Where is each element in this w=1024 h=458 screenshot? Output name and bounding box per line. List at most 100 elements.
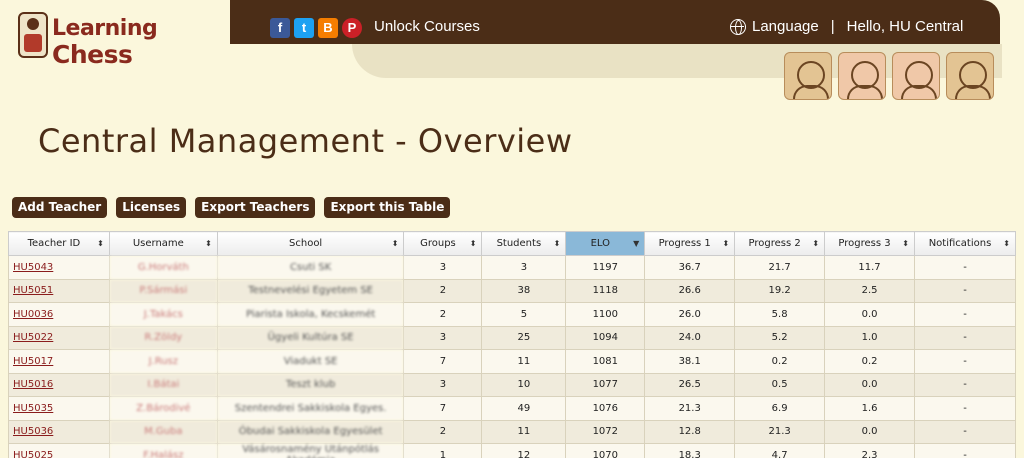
cell-progress-3: 2.5 <box>824 278 915 303</box>
table-row[interactable]: HU5051 P.Sármási Testnevelési Egyetem SE 2 3… <box>8 278 1016 303</box>
column-header-label: Username <box>132 238 184 249</box>
column-header-label: School <box>289 238 323 249</box>
logo[interactable]: Learning Chess <box>16 10 158 72</box>
logo-text-line1: Learning <box>52 16 158 41</box>
cell-progress-1: 38.1 <box>644 349 736 374</box>
cell-groups: 2 <box>403 419 483 444</box>
blogger-icon[interactable]: B <box>318 18 338 38</box>
cell-notifications: - <box>914 278 1016 303</box>
sort-icon: ⬍ <box>205 239 212 248</box>
character-avatars <box>784 52 994 100</box>
cell-school: Szentendrei Sakkiskola Egyes. <box>216 396 405 421</box>
cell-progress-3: 2.3 <box>824 443 915 458</box>
cell-students: 11 <box>481 349 567 374</box>
licenses-button[interactable]: Licenses <box>116 197 187 218</box>
table-row[interactable]: HU5016 I.Bátai Teszt klub 3 10 1077 26.5 0.5 0.0… <box>8 372 1016 397</box>
table-row[interactable]: HU5036 M.Guba Óbudai Sakkiskola Egyesület 2… <box>8 419 1016 444</box>
table-row[interactable]: HU0036 J.Takács Piarista Iskola, Kecskemét… <box>8 302 1016 327</box>
sort-icon: ⬍ <box>722 239 730 248</box>
table-row[interactable]: HU5025 F.HalászVásárosnamény Utánpótlás A… <box>8 443 1016 458</box>
column-header-elo[interactable]: ELO ▼ <box>565 231 646 256</box>
teachers-table: Teacher ID ⬍ Username ⬍ School ⬍ Groups ⬍ Studen… <box>8 231 1016 458</box>
add-teacher-button[interactable]: Add Teacher <box>12 197 108 218</box>
column-header-school[interactable]: School ⬍ <box>216 231 405 256</box>
cell-teacher-id: HU5035 <box>8 396 110 421</box>
language-link[interactable]: Language <box>752 18 819 35</box>
column-header-notifications[interactable]: Notifications ⬍ <box>914 231 1016 256</box>
teacher-id-link[interactable]: HU5022 <box>13 332 53 343</box>
teacher-id-link[interactable]: HU5051 <box>13 285 53 296</box>
cell-username: Z.Bárodivé <box>108 396 218 421</box>
cell-students: 49 <box>481 396 567 421</box>
pinterest-icon[interactable]: P <box>342 18 362 38</box>
teacher-id-link[interactable]: HU5043 <box>13 262 53 273</box>
cell-elo: 1094 <box>565 325 646 350</box>
twitter-icon[interactable]: t <box>294 18 314 38</box>
cell-teacher-id: HU5025 <box>8 443 110 458</box>
column-header-username[interactable]: Username ⬍ <box>108 231 218 256</box>
cell-progress-2: 21.3 <box>734 419 826 444</box>
cell-teacher-id: HU5017 <box>8 349 110 374</box>
sort-icon: ⬍ <box>1003 239 1010 248</box>
sort-icon: ⬍ <box>469 239 477 248</box>
globe-icon[interactable] <box>730 18 746 35</box>
cell-progress-3: 0.0 <box>824 302 915 327</box>
cell-username: G.Horváth <box>108 255 218 280</box>
cell-notifications: - <box>914 443 1016 458</box>
cell-notifications: - <box>914 255 1016 280</box>
cell-teacher-id: HU5036 <box>8 419 110 444</box>
table-row[interactable]: HU5035 Z.Bárodivé Szentendrei Sakkiskola E… <box>8 396 1016 421</box>
cell-elo: 1072 <box>565 419 646 444</box>
character-avatar-1[interactable] <box>784 52 832 100</box>
cell-students: 11 <box>481 419 567 444</box>
table-row[interactable]: HU5043 G.Horváth Csuti SK 3 3 1197 36.7 21.7 11.… <box>8 255 1016 280</box>
column-header-label: Progress 1 <box>658 238 711 249</box>
cell-progress-1: 18.3 <box>644 443 736 458</box>
cell-progress-1: 26.0 <box>644 302 736 327</box>
cell-progress-2: 5.2 <box>734 325 826 350</box>
cell-progress-2: 19.2 <box>734 278 826 303</box>
cell-groups: 3 <box>403 372 483 397</box>
character-avatar-3[interactable] <box>892 52 940 100</box>
sort-icon: ⬍ <box>902 239 909 248</box>
unlock-courses-link[interactable]: Unlock Courses <box>374 18 480 35</box>
cell-elo: 1081 <box>565 349 646 374</box>
user-greeting[interactable]: Hello, HU Central <box>847 18 964 35</box>
cell-username: R.Zöldy <box>108 325 218 350</box>
cell-elo: 1077 <box>565 372 646 397</box>
export-teachers-button[interactable]: Export Teachers <box>195 197 316 218</box>
cell-progress-3: 11.7 <box>824 255 915 280</box>
cell-students: 12 <box>481 443 567 458</box>
column-header-label: Notifications <box>928 238 992 249</box>
cell-school: Testnevelési Egyetem SE <box>216 278 405 303</box>
character-avatar-2[interactable] <box>838 52 886 100</box>
header-right: Language | Hello, HU Central <box>730 18 963 35</box>
character-avatar-4[interactable] <box>946 52 994 100</box>
column-header-groups[interactable]: Groups ⬍ <box>403 231 483 256</box>
column-header-teacher-id[interactable]: Teacher ID ⬍ <box>8 231 110 256</box>
column-header-progress-3[interactable]: Progress 3 ⬍ <box>824 231 915 256</box>
cell-username: J.Rusz <box>108 349 218 374</box>
column-header-label: Students <box>496 238 542 249</box>
facebook-icon[interactable]: f <box>270 18 290 38</box>
column-header-progress-1[interactable]: Progress 1 ⬍ <box>644 231 736 256</box>
teacher-id-link[interactable]: HU5025 <box>13 450 53 458</box>
table-row[interactable]: HU5022 R.Zöldy Ügyeli Kultúra SE 3 25 1094 24.… <box>8 325 1016 350</box>
teacher-id-link[interactable]: HU5035 <box>13 403 53 414</box>
teacher-id-link[interactable]: HU5036 <box>13 426 53 437</box>
cell-progress-2: 6.9 <box>734 396 826 421</box>
table-row[interactable]: HU5017 J.Rusz Viadukt SE 7 11 1081 38.1 0.2 0.2- <box>8 349 1016 374</box>
teacher-id-link[interactable]: HU5017 <box>13 356 53 367</box>
cell-elo: 1197 <box>565 255 646 280</box>
cell-elo: 1118 <box>565 278 646 303</box>
sort-icon: ⬍ <box>97 239 104 248</box>
teacher-id-link[interactable]: HU5016 <box>13 379 53 390</box>
cell-groups: 2 <box>403 278 483 303</box>
cell-progress-3: 0.0 <box>824 372 915 397</box>
cell-elo: 1070 <box>565 443 646 458</box>
column-header-progress-2[interactable]: Progress 2 ⬍ <box>734 231 826 256</box>
teacher-id-link[interactable]: HU0036 <box>13 309 53 320</box>
export-table-button[interactable]: Export this Table <box>324 197 451 218</box>
column-header-label: Progress 3 <box>838 238 891 249</box>
column-header-students[interactable]: Students ⬍ <box>481 231 567 256</box>
